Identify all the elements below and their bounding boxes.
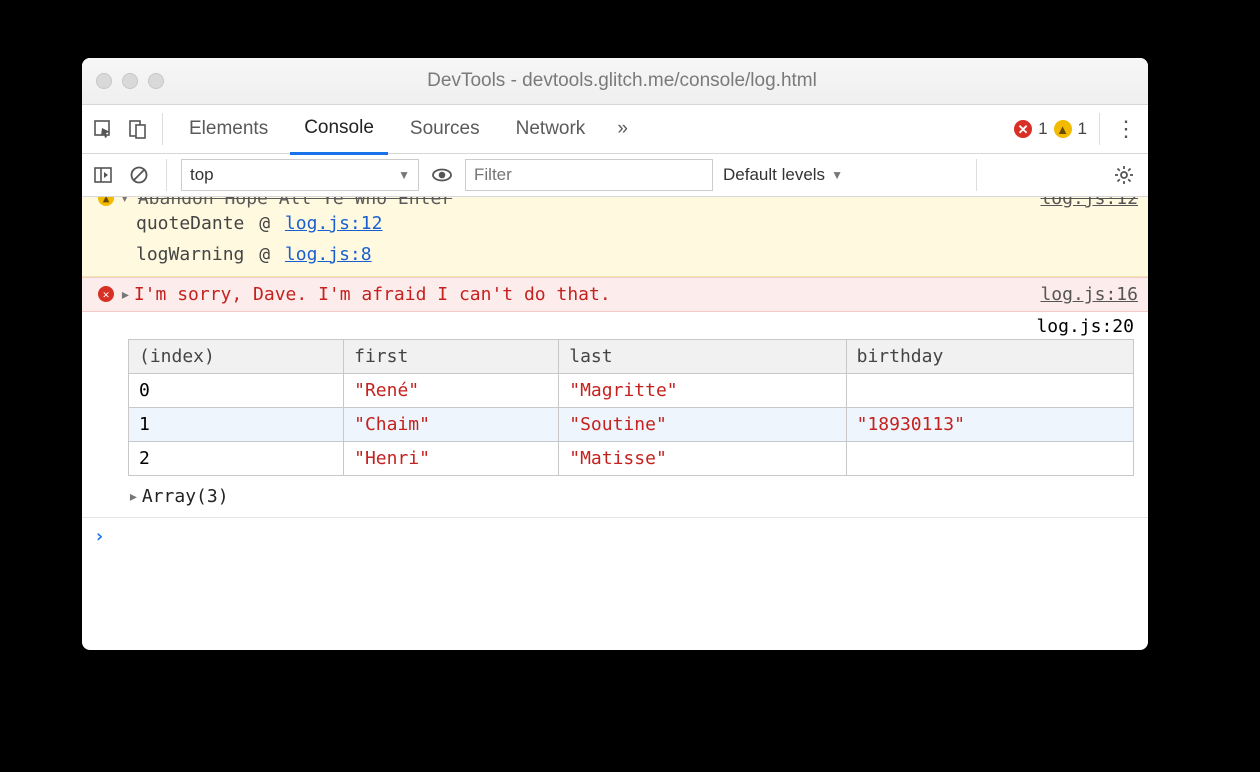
console-error-row[interactable]: ✕ ▸ I'm sorry, Dave. I'm afraid I can't …	[82, 277, 1148, 312]
table-row[interactable]: 2 "Henri" "Matisse"	[129, 442, 1134, 476]
console-toolbar: top ▼ Default levels ▼	[82, 154, 1148, 197]
console-table: (index) first last birthday 0 "René" "Ma…	[82, 337, 1148, 482]
warning-count: 1	[1078, 119, 1087, 139]
device-toolbar-icon[interactable]	[124, 116, 150, 142]
disclosure-triangle-icon[interactable]	[120, 197, 135, 209]
tab-sources[interactable]: Sources	[396, 105, 494, 153]
table-row[interactable]: 1 "Chaim" "Soutine" "18930113"	[129, 408, 1134, 442]
zoom-window-icon[interactable]	[148, 73, 164, 89]
console-warning-row[interactable]: ▲ Abandon Hope All Ye Who Enter log.js:1…	[82, 197, 1148, 277]
warning-badge-icon[interactable]: ▲	[1054, 120, 1072, 138]
more-options-icon[interactable]: ⋮	[1112, 116, 1140, 142]
tab-elements[interactable]: Elements	[175, 105, 282, 153]
disclosure-triangle-icon[interactable]: ▸	[120, 284, 131, 305]
devtools-window: DevTools - devtools.glitch.me/console/lo…	[82, 58, 1148, 650]
clear-console-icon[interactable]	[126, 162, 152, 188]
console-sidebar-toggle-icon[interactable]	[90, 162, 116, 188]
error-badge-icon[interactable]: ✕	[1014, 120, 1032, 138]
console-output: ▲ Abandon Hope All Ye Who Enter log.js:1…	[82, 197, 1148, 650]
error-count: 1	[1038, 119, 1047, 139]
error-message: I'm sorry, Dave. I'm afraid I can't do t…	[134, 284, 611, 305]
array-summary-toggle[interactable]: ▸Array(3)	[82, 482, 1148, 517]
warning-message: Abandon Hope All Ye Who Enter	[138, 197, 452, 209]
console-prompt[interactable]: ›	[82, 518, 1148, 555]
console-settings-icon[interactable]	[1114, 165, 1140, 185]
col-birthday[interactable]: birthday	[846, 340, 1133, 374]
chevron-down-icon: ▼	[831, 168, 843, 182]
source-link[interactable]: log.js:8	[285, 244, 372, 265]
log-levels-select[interactable]: Default levels ▼	[723, 165, 843, 185]
source-link[interactable]: log.js:20	[1036, 316, 1134, 337]
inspect-element-icon[interactable]	[90, 116, 116, 142]
minimize-window-icon[interactable]	[122, 73, 138, 89]
stack-frame: logWarning @ log.js:8	[136, 240, 1138, 271]
window-titlebar: DevTools - devtools.glitch.me/console/lo…	[82, 58, 1148, 105]
window-title: DevTools - devtools.glitch.me/console/lo…	[164, 70, 1080, 92]
tab-console[interactable]: Console	[290, 104, 388, 155]
error-icon: ✕	[98, 286, 114, 302]
col-index[interactable]: (index)	[129, 340, 344, 374]
table-row[interactable]: 0 "René" "Magritte"	[129, 374, 1134, 408]
source-link[interactable]: log.js:12	[1030, 197, 1138, 209]
source-link[interactable]: log.js:12	[285, 213, 383, 234]
traffic-lights	[96, 73, 164, 89]
chevron-down-icon: ▼	[398, 168, 410, 182]
tab-network[interactable]: Network	[502, 105, 600, 153]
execution-context-select[interactable]: top ▼	[181, 159, 419, 191]
filter-input[interactable]	[465, 159, 713, 191]
disclosure-triangle-icon: ▸	[128, 486, 139, 507]
warning-icon: ▲	[98, 197, 114, 206]
close-window-icon[interactable]	[96, 73, 112, 89]
col-first[interactable]: first	[344, 340, 559, 374]
log-levels-label: Default levels	[723, 165, 825, 185]
source-link[interactable]: log.js:16	[1030, 284, 1138, 305]
col-last[interactable]: last	[559, 340, 846, 374]
execution-context-value: top	[190, 165, 214, 185]
tabs-overflow-button[interactable]: »	[607, 118, 638, 140]
live-expression-icon[interactable]	[429, 162, 455, 188]
main-tabbar: Elements Console Sources Network » ✕ 1 ▲…	[82, 105, 1148, 154]
stack-frame: quoteDante @ log.js:12	[136, 209, 1138, 240]
prompt-chevron-icon: ›	[94, 526, 105, 547]
table-header-row: (index) first last birthday	[129, 340, 1134, 374]
